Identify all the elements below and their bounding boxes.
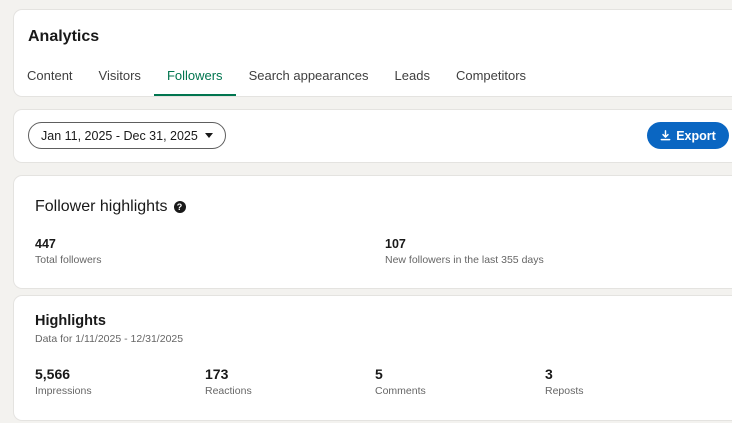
metric-value: 5,566 bbox=[35, 366, 71, 382]
highlights-card: Highlights Data for 1/11/2025 - 12/31/20… bbox=[14, 296, 732, 420]
metric-label: Comments bbox=[375, 385, 426, 397]
caret-down-icon bbox=[204, 133, 213, 138]
metric-new-followers: 107 New followers in the last 355 days bbox=[385, 237, 544, 266]
tab-search-appearances[interactable]: Search appearances bbox=[236, 64, 382, 96]
follower-highlights-title: Follower highlights ? bbox=[35, 198, 186, 216]
highlights-date-subtitle: Data for 1/11/2025 - 12/31/2025 bbox=[35, 333, 184, 345]
tab-visitors[interactable]: Visitors bbox=[86, 64, 154, 96]
date-range-dropdown[interactable]: Jan 11, 2025 - Dec 31, 2025 bbox=[28, 122, 226, 149]
metric-total-followers: 447 Total followers bbox=[35, 237, 102, 266]
export-button-label: Export bbox=[676, 128, 716, 143]
metric-label: Reposts bbox=[545, 385, 584, 397]
metric-label: New followers in the last 355 days bbox=[385, 254, 544, 266]
analytics-tabs: Content Visitors Followers Search appear… bbox=[14, 64, 539, 96]
metric-value: 107 bbox=[385, 237, 406, 251]
download-icon bbox=[660, 130, 671, 141]
metric-label: Total followers bbox=[35, 254, 102, 266]
filter-card: Jan 11, 2025 - Dec 31, 2025 Export bbox=[14, 110, 732, 162]
metric-impressions: 5,566 Impressions bbox=[35, 366, 92, 397]
follower-highlights-heading: Follower highlights bbox=[35, 198, 168, 215]
page-title: Analytics bbox=[28, 28, 100, 45]
tab-competitors[interactable]: Competitors bbox=[443, 64, 539, 96]
metric-reposts: 3 Reposts bbox=[545, 366, 584, 397]
question-icon[interactable]: ? bbox=[173, 201, 186, 213]
metric-value: 447 bbox=[35, 237, 56, 251]
metric-value: 3 bbox=[545, 366, 553, 382]
metric-comments: 5 Comments bbox=[375, 366, 426, 397]
follower-highlights-card: Follower highlights ? 447 Total follower… bbox=[14, 176, 732, 288]
metric-label: Reactions bbox=[205, 385, 252, 397]
analytics-header-card: Analytics Content Visitors Followers Sea… bbox=[14, 10, 732, 96]
highlights-title: Highlights bbox=[35, 313, 106, 329]
tab-leads[interactable]: Leads bbox=[382, 64, 443, 96]
metric-label: Impressions bbox=[35, 385, 92, 397]
metric-reactions: 173 Reactions bbox=[205, 366, 252, 397]
metric-value: 173 bbox=[205, 366, 229, 382]
tab-followers[interactable]: Followers bbox=[153, 64, 236, 96]
date-range-label: Jan 11, 2025 - Dec 31, 2025 bbox=[41, 128, 198, 143]
tab-content[interactable]: Content bbox=[14, 64, 86, 96]
metric-value: 5 bbox=[375, 366, 383, 382]
export-button[interactable]: Export bbox=[647, 122, 729, 149]
